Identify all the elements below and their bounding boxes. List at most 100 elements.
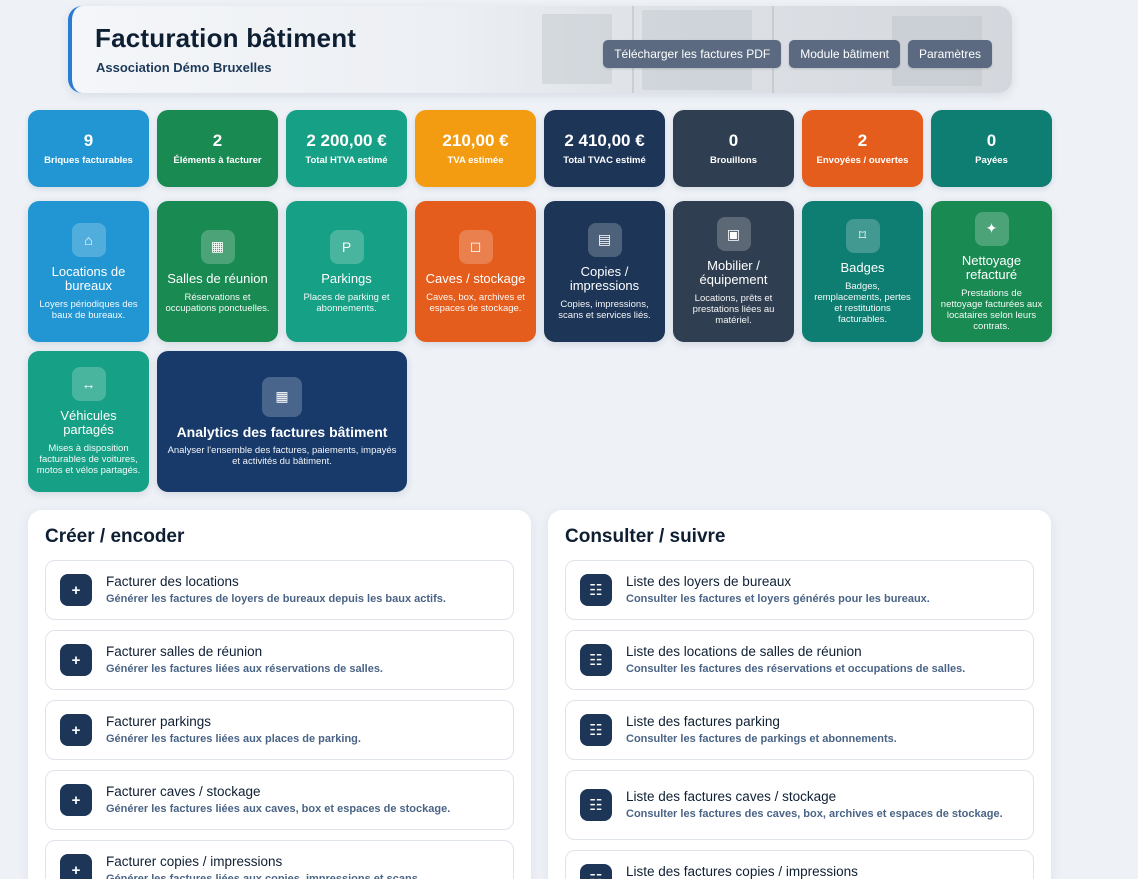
action-row-title: Facturer copies / impressions: [106, 853, 283, 869]
module-tile-title: Nettoyage refacturé: [961, 252, 1022, 282]
action-row[interactable]: + Facturer caves / stockage Générer les fa…: [45, 770, 514, 830]
action-row-title: Liste des factures copies / impressions: [626, 863, 858, 879]
module-tile-description: Locations, prêts et prestations liées au…: [692, 293, 775, 326]
action-row-description: Générer les factures liées aux réservati…: [106, 662, 383, 675]
action-row-description: Générer les factures liées aux caves, bo…: [106, 802, 451, 815]
action-row-text: Liste des factures parking Consulter les …: [626, 714, 897, 747]
module-tile-description: Analyser l'ensemble des factures, paieme…: [167, 444, 397, 467]
action-row[interactable]: + Facturer des locations Générer les factu…: [45, 560, 514, 620]
page-title: Facturation bâtiment: [95, 23, 357, 53]
page-header: Facturation bâtiment Association Démo Br…: [68, 6, 1012, 93]
module-tile[interactable]: P Parkings Places de parking et abonnement…: [286, 201, 407, 342]
action-row[interactable]: ☷ Liste des factures copies / impressions…: [565, 850, 1034, 879]
module-tile-description: Mises à disposition facturables de voitu…: [36, 443, 141, 476]
action-row-title: Liste des factures caves / stockage: [626, 788, 837, 804]
stat-card: 0 Payées: [931, 110, 1052, 187]
module-tile[interactable]: ⌂ Locations de bureaux Loyers périodiques …: [28, 201, 149, 342]
stat-label: TVA estimée: [447, 155, 504, 166]
action-row-text: Facturer copies / impressions Générer les…: [106, 854, 421, 879]
action-row-description: Générer les factures liées aux copies, i…: [106, 872, 421, 879]
list-icon: ☷: [580, 864, 612, 879]
module-tile-title: Locations de bureaux: [51, 263, 126, 293]
arrows-icon: ↔: [71, 367, 106, 401]
stat-label: Total HTVA estimé: [305, 155, 388, 166]
action-row[interactable]: ☷ Liste des locations de salles de réunio…: [565, 630, 1034, 690]
header-background-decor: [542, 14, 612, 84]
stat-card: 2 Envoyées / ouvertes: [802, 110, 923, 187]
action-row-text: Facturer des locations Générer les factur…: [106, 574, 446, 607]
stat-card: 2 410,00 € Total TVAC estimé: [544, 110, 665, 187]
action-row-description: Consulter les factures de parkings et ab…: [626, 732, 897, 745]
printer-icon: ▤: [587, 222, 622, 257]
stat-label: Brouillons: [710, 155, 757, 166]
module-tile-description: Copies, impressions, scans et services l…: [558, 298, 651, 321]
stat-value: 0: [728, 131, 739, 150]
stat-value: 2: [212, 131, 223, 150]
module-tile-title: Véhicules partagés: [60, 408, 117, 437]
stat-card: 9 Briques facturables: [28, 110, 149, 187]
module-tile-description: Prestations de nettoyage facturées aux l…: [940, 287, 1043, 332]
module-tile-title: Mobilier / équipement: [699, 258, 768, 287]
building-module-button[interactable]: Module bâtiment: [789, 40, 900, 68]
stat-value: 9: [83, 131, 94, 150]
settings-button[interactable]: Paramètres: [907, 40, 992, 68]
module-tile[interactable]: ✦ Nettoyage refacturé Prestations de netto…: [931, 201, 1052, 342]
create-panel-title: Créer / encoder: [45, 526, 185, 547]
action-row-title: Facturer caves / stockage: [106, 783, 261, 799]
module-tile[interactable]: ▦ Salles de réunion Réservations et occupa…: [157, 201, 278, 342]
stat-value: 2: [857, 131, 868, 150]
box-icon: ◻: [458, 229, 493, 264]
plus-icon: +: [60, 854, 92, 879]
module-tile[interactable]: ↔ Véhicules partagés Mises à disposition f…: [28, 351, 149, 492]
module-tile[interactable]: ▣ Mobilier / équipement Locations, prêts e…: [673, 201, 794, 342]
action-row-title: Liste des factures parking: [626, 713, 780, 729]
furniture-icon: ▣: [716, 217, 751, 251]
module-tile-title: Analytics des factures bâtiment: [176, 423, 388, 440]
stat-value: 0: [986, 131, 997, 150]
action-row[interactable]: + Facturer parkings Générer les factures l…: [45, 700, 514, 760]
header-actions: Télécharger les factures PDF Module bâti…: [603, 40, 992, 68]
action-row-description: Consulter les factures des caves, box, a…: [626, 807, 1003, 820]
action-row-description: Consulter les factures des réservations …: [626, 662, 966, 675]
calendar-icon: ▦: [200, 229, 235, 264]
action-row[interactable]: ☷ Liste des loyers de bureaux Consulter le…: [565, 560, 1034, 620]
action-row[interactable]: ☷ Liste des factures parking Consulter les…: [565, 700, 1034, 760]
stats-row: 9 Briques facturables 2 Éléments à facturer…: [28, 110, 1052, 187]
module-tile-description: Loyers périodiques des baux de bureaux.: [39, 298, 138, 321]
module-tile[interactable]: ▦ Analytics des factures bâtiment Analyser…: [157, 351, 407, 492]
stat-label: Envoyées / ouvertes: [816, 155, 909, 166]
stat-card: 2 200,00 € Total HTVA estimé: [286, 110, 407, 187]
list-icon: ☷: [580, 789, 612, 821]
module-tile[interactable]: ◻ Caves / stockage Caves, box, archives et…: [415, 201, 536, 342]
module-tiles: ⌂ Locations de bureaux Loyers périodiques …: [28, 201, 1058, 492]
create-panel: Créer / encoder + Facturer des locations G…: [28, 510, 531, 879]
module-tile[interactable]: ⌑ Badges Badges, remplacements, pertes et …: [802, 201, 923, 342]
module-tile-description: Badges, remplacements, pertes et restitu…: [814, 280, 911, 325]
action-row-title: Facturer salles de réunion: [106, 643, 263, 659]
module-tile[interactable]: ▤ Copies / impressions Copies, impressions…: [544, 201, 665, 342]
action-row-text: Liste des factures copies / impressionsC…: [626, 864, 923, 879]
action-row-title: Facturer des locations: [106, 573, 239, 589]
list-icon: ☷: [580, 714, 612, 746]
stat-value: 2 410,00 €: [564, 131, 645, 150]
action-row-description: Consulter les factures et loyers générés…: [626, 592, 930, 605]
action-row-title: Liste des loyers de bureaux: [626, 573, 792, 589]
consult-panel-title: Consulter / suivre: [565, 526, 726, 547]
action-row-title: Facturer parkings: [106, 713, 212, 729]
organization-name: Association Démo Bruxelles: [96, 60, 272, 75]
stat-value: 210,00 €: [442, 131, 509, 150]
action-row[interactable]: + Facturer salles de réunion Générer les f…: [45, 630, 514, 690]
badge-icon: ⌑: [845, 218, 880, 253]
download-invoices-pdf-button[interactable]: Télécharger les factures PDF: [603, 40, 782, 68]
action-row[interactable]: + Facturer copies / impressions Générer le…: [45, 840, 514, 879]
action-row-description: Générer les factures de loyers de bureau…: [106, 592, 446, 605]
action-row-text: Facturer parkings Générer les factures li…: [106, 714, 361, 747]
stat-label: Briques facturables: [44, 155, 133, 166]
plus-icon: +: [60, 644, 92, 676]
action-row-text: Facturer caves / stockage Générer les fac…: [106, 784, 450, 817]
list-icon: ☷: [580, 574, 612, 606]
action-row[interactable]: ☷ Liste des factures caves / stockage Cons…: [565, 770, 1034, 840]
home-icon: ⌂: [71, 222, 106, 257]
stat-label: Payées: [975, 155, 1008, 166]
module-tile-title: Parkings: [321, 270, 372, 286]
